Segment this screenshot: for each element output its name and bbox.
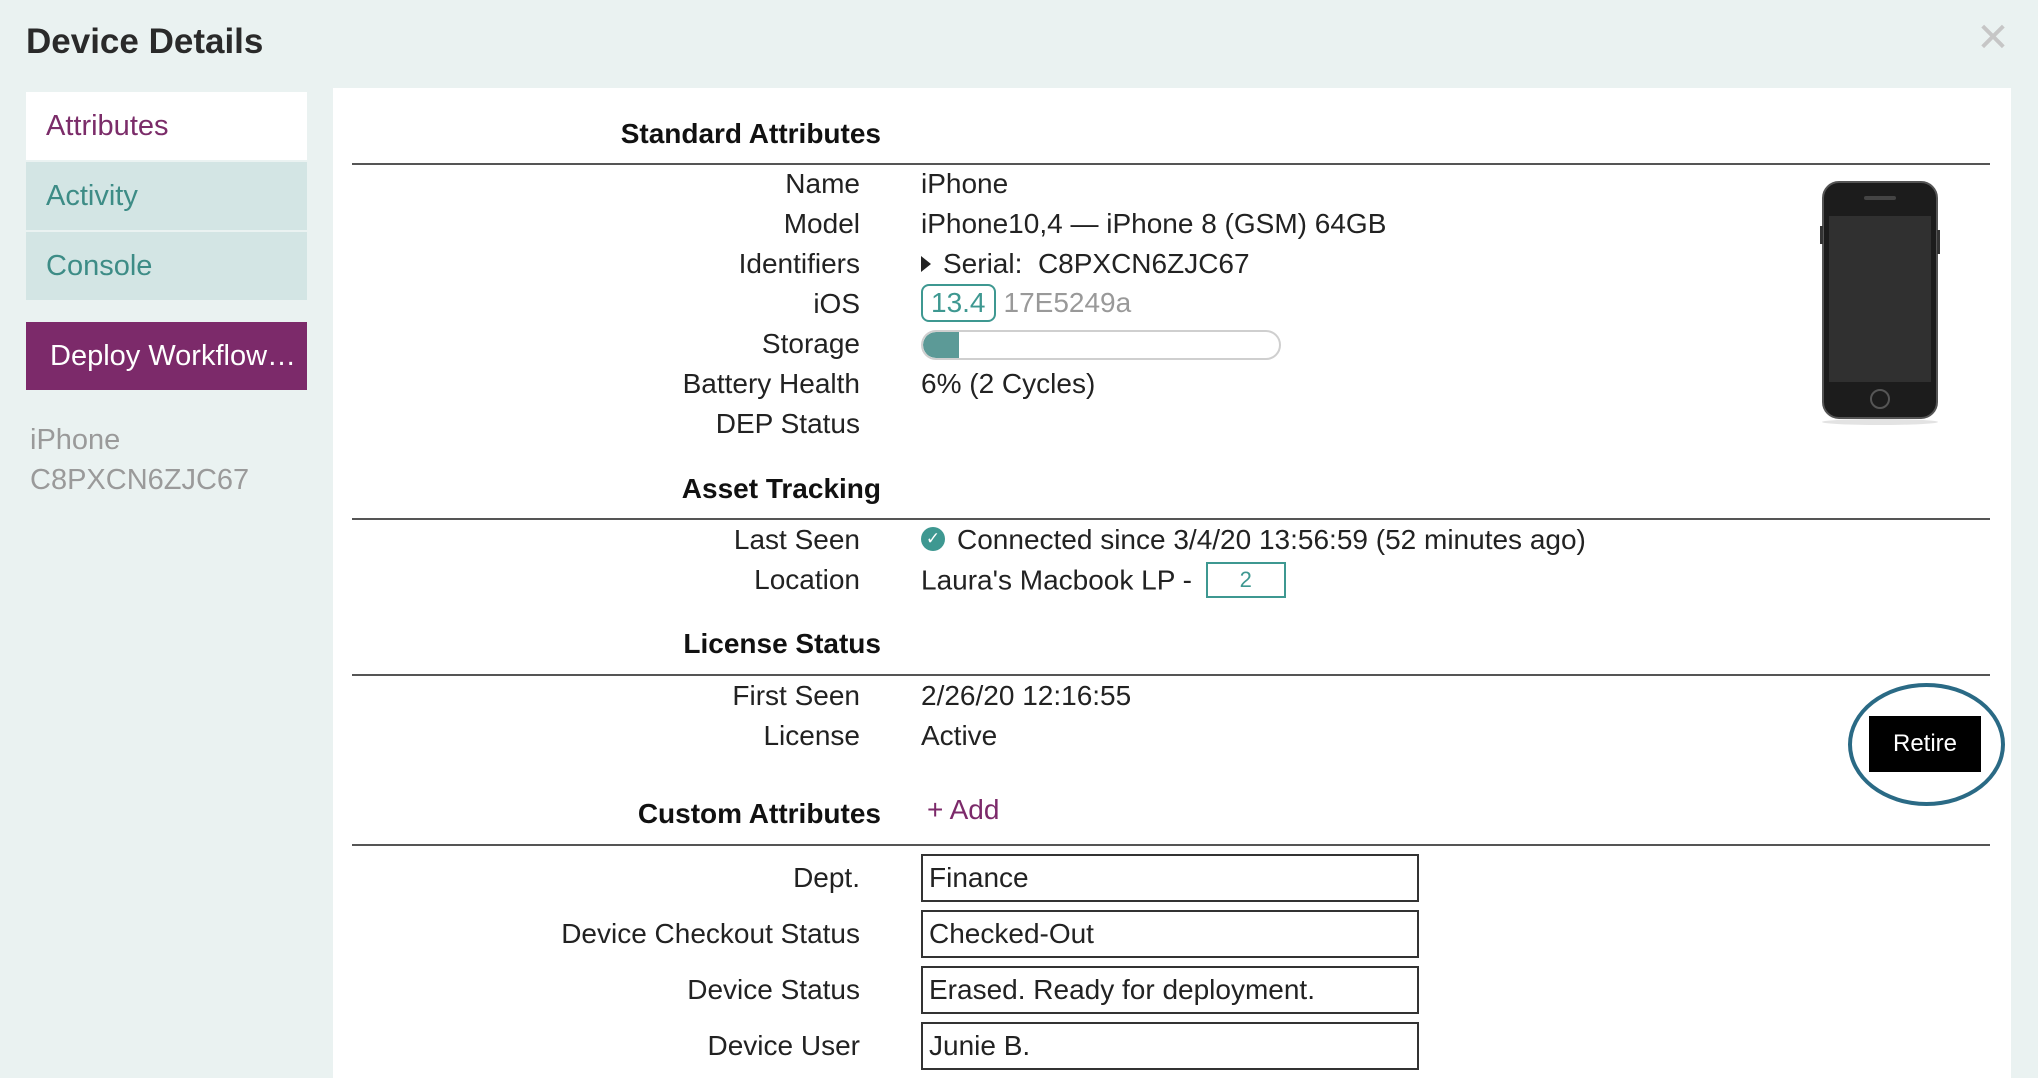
label-identifiers: Identifiers: [738, 248, 860, 279]
label-model: Model: [783, 208, 860, 239]
close-icon[interactable]: ✕: [1973, 18, 2013, 58]
attributes-panel: Standard Attributes Name iPhone Model iP…: [333, 88, 2011, 1078]
label-name: Name: [785, 168, 860, 199]
ios-version-badge: 13.4: [921, 284, 996, 322]
section-divider: [352, 844, 1990, 846]
section-divider: [352, 163, 1990, 165]
section-title-standard: Standard Attributes: [620, 118, 881, 149]
value-name: iPhone: [921, 168, 1009, 199]
identifiers-toggle[interactable]: Serial: C8PXCN6ZJC67: [921, 248, 1250, 280]
value-license: Active: [921, 720, 998, 751]
location-count-field[interactable]: 2: [1205, 562, 1286, 598]
section-title-asset: Asset Tracking: [681, 473, 881, 504]
page-title: Device Details: [26, 22, 264, 61]
label-dept: Dept.: [793, 862, 860, 893]
label-ios: iOS: [813, 288, 860, 319]
label-license: License: [763, 720, 860, 751]
disclosure-triangle-icon: [921, 255, 931, 272]
device-summary-serial: C8PXCN6ZJC67: [30, 464, 250, 496]
label-dep-status: DEP Status: [715, 408, 860, 439]
deploy-workflow-button[interactable]: Deploy Workflow…: [26, 322, 307, 390]
value-ios: 13.4 17E5249a: [921, 284, 1131, 322]
serial-value: C8PXCN6ZJC67: [1037, 248, 1250, 279]
sidebar-item-console[interactable]: Console: [26, 232, 307, 300]
add-custom-attribute-link[interactable]: + Add: [927, 794, 999, 826]
label-last-seen: Last Seen: [733, 524, 860, 555]
value-first-seen: 2/26/20 12:16:55: [921, 680, 1132, 711]
retire-button[interactable]: Retire: [1869, 716, 1981, 772]
device-summary: iPhone C8PXCN6ZJC67: [30, 420, 249, 500]
section-divider: [352, 518, 1990, 520]
label-device-checkout-status: Device Checkout Status: [561, 918, 860, 949]
last-seen-text: Connected since 3/4/20 13:56:59 (52 minu…: [957, 524, 1586, 555]
value-model: iPhone10,4 — iPhone 8 (GSM) 64GB: [921, 208, 1387, 239]
sidebar: Attributes Activity Console: [26, 92, 307, 302]
location-text: Laura's Macbook LP -: [921, 564, 1192, 596]
sidebar-item-activity[interactable]: Activity: [26, 162, 307, 230]
value-location: Laura's Macbook LP - 2: [921, 562, 1286, 600]
label-battery: Battery Health: [682, 368, 860, 399]
device-checkout-status-field[interactable]: [921, 910, 1419, 958]
section-title-license: License Status: [683, 628, 881, 659]
check-circle-icon: ✓: [921, 526, 945, 551]
ios-build: 17E5249a: [1003, 287, 1132, 318]
label-device-status: Device Status: [687, 974, 860, 1005]
iphone-icon: [1820, 181, 1940, 425]
device-summary-name: iPhone: [30, 424, 121, 456]
section-title-custom: Custom Attributes: [637, 798, 881, 829]
dept-field[interactable]: [921, 854, 1419, 902]
label-location: Location: [754, 564, 860, 595]
sidebar-item-attributes[interactable]: Attributes: [26, 92, 307, 160]
storage-bar: [921, 330, 1281, 360]
label-storage: Storage: [761, 328, 860, 359]
label-device-user: Device User: [707, 1030, 860, 1061]
serial-prefix: Serial:: [943, 248, 1023, 279]
device-status-field[interactable]: [921, 966, 1419, 1014]
label-first-seen: First Seen: [732, 680, 860, 711]
value-battery: 6% (2 Cycles): [921, 368, 1096, 399]
value-last-seen: ✓ Connected since 3/4/20 13:56:59 (52 min…: [921, 524, 1586, 556]
section-divider: [352, 674, 1990, 676]
device-user-field[interactable]: [921, 1022, 1419, 1070]
storage-bar-fill: [923, 332, 959, 358]
